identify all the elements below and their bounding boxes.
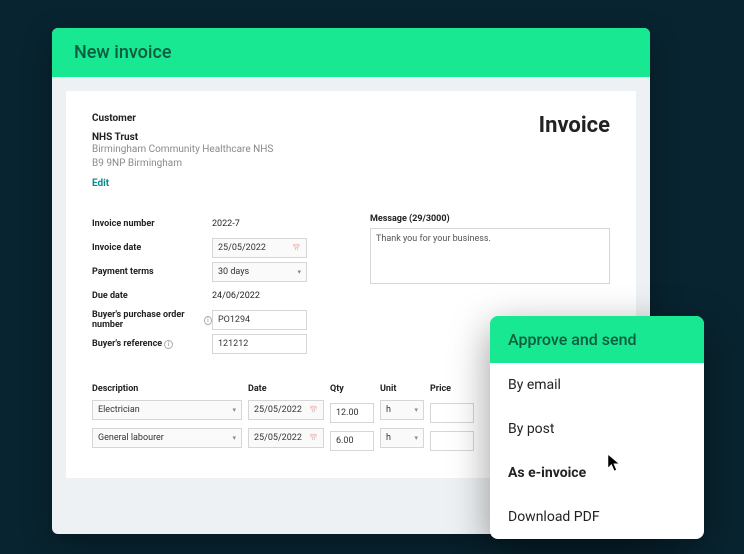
menu-item-email[interactable]: By email: [490, 363, 704, 407]
buyer-ref-label: Buyer's referencei: [92, 339, 212, 349]
payment-terms-select[interactable]: 30 days: [212, 262, 307, 282]
line-unit-select[interactable]: h: [380, 400, 424, 420]
col-price: Price: [430, 384, 474, 394]
invoice-heading: Invoice: [539, 113, 610, 190]
customer-name: NHS Trust: [92, 132, 273, 143]
col-date: Date: [248, 384, 324, 394]
info-icon[interactable]: i: [164, 340, 173, 349]
line-description-select[interactable]: Electrician: [92, 400, 242, 420]
line-unit-select[interactable]: h: [380, 428, 424, 448]
col-description: Description: [92, 384, 242, 394]
line-date-input[interactable]: 25/05/2022: [248, 400, 324, 420]
customer-line2: Birmingham Community Healthcare NHS: [92, 143, 273, 157]
message-label: Message (29/3000): [370, 214, 610, 224]
invoice-date-label: Invoice date: [92, 243, 212, 253]
info-icon[interactable]: i: [204, 316, 212, 325]
due-date-label: Due date: [92, 291, 212, 301]
menu-item-einvoice[interactable]: As e-invoice: [490, 451, 704, 495]
invoice-number-value: 2022-7: [212, 219, 240, 229]
menu-item-download-pdf[interactable]: Download PDF: [490, 495, 704, 539]
buyer-ref-input[interactable]: [212, 334, 307, 354]
line-description-select[interactable]: General labourer: [92, 428, 242, 448]
col-unit: Unit: [380, 384, 424, 394]
customer-line3: B9 9NP Birmingham: [92, 157, 273, 171]
approve-send-menu: Approve and send By email By post As e-i…: [490, 316, 704, 539]
due-date-value: 24/06/2022: [212, 291, 260, 301]
po-number-input[interactable]: [212, 310, 307, 330]
po-number-label: Buyer's purchase order numberi: [92, 310, 212, 330]
menu-title: Approve and send: [490, 316, 704, 363]
customer-block: Customer NHS Trust Birmingham Community …: [92, 113, 273, 190]
menu-item-post[interactable]: By post: [490, 407, 704, 451]
line-price-input[interactable]: [430, 403, 474, 423]
window-titlebar: New invoice: [52, 28, 650, 77]
edit-customer-link[interactable]: Edit: [92, 178, 109, 189]
payment-terms-label: Payment terms: [92, 267, 212, 277]
col-qty: Qty: [330, 384, 374, 394]
window-title: New invoice: [74, 42, 628, 63]
invoice-number-label: Invoice number: [92, 219, 212, 229]
line-qty-input[interactable]: [330, 403, 374, 423]
line-date-input[interactable]: 25/05/2022: [248, 428, 324, 448]
invoice-date-input[interactable]: 25/05/2022: [212, 238, 307, 258]
customer-section-label: Customer: [92, 113, 273, 124]
message-textarea[interactable]: Thank you for your business.: [370, 228, 610, 284]
line-price-input[interactable]: [430, 431, 474, 451]
line-qty-input[interactable]: [330, 431, 374, 451]
